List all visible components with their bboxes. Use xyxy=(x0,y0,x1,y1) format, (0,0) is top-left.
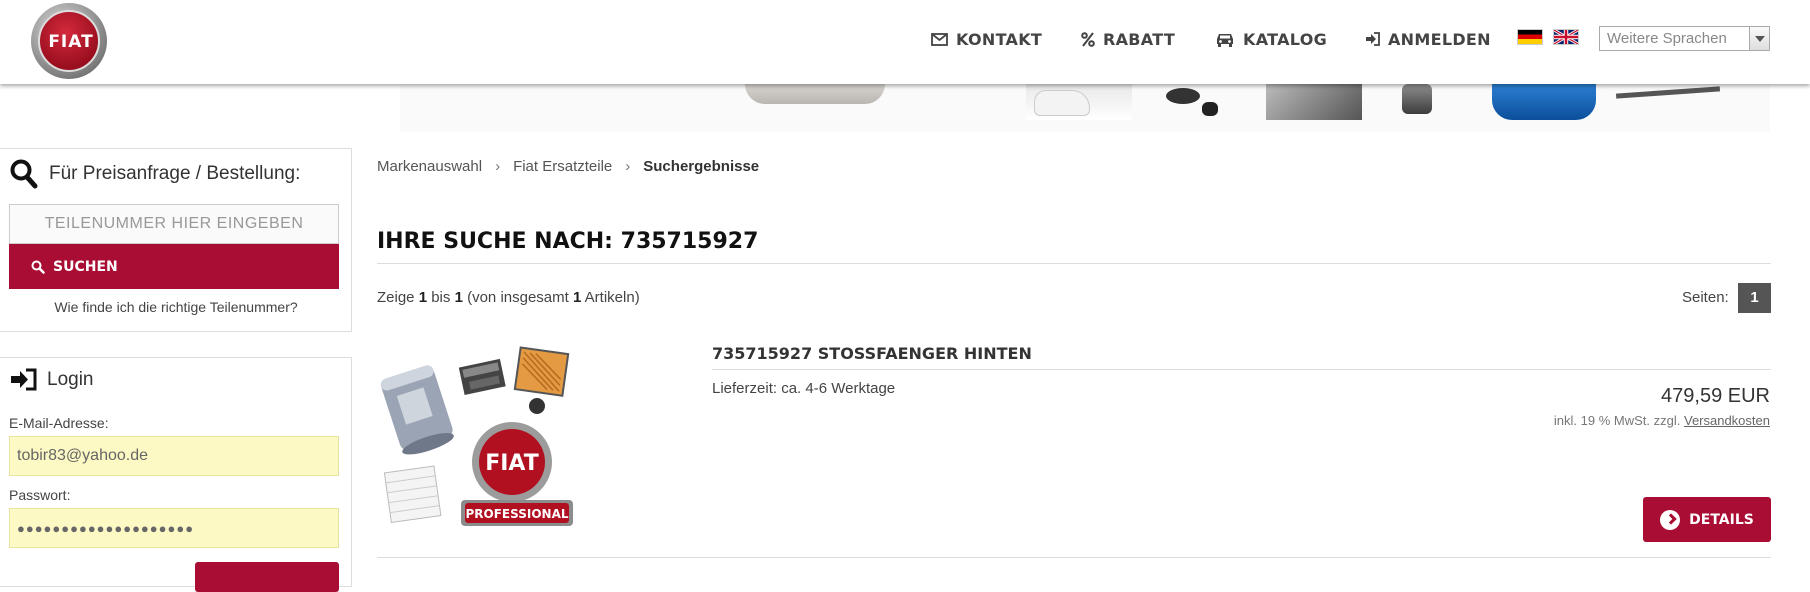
banner-thumb-5 xyxy=(1492,84,1596,120)
chevron-right-circle-icon xyxy=(1660,509,1681,530)
details-button[interactable]: DETAILS xyxy=(1643,497,1771,542)
sign-in-icon xyxy=(1366,32,1380,46)
result-prefix: Zeige xyxy=(377,289,415,306)
tax-note: inkl. 19 % MwSt. zzgl. Versandkosten xyxy=(1554,413,1770,428)
divider xyxy=(377,263,1771,264)
result-to: 1 xyxy=(454,289,463,306)
pages-label: Seiten: xyxy=(1682,289,1729,306)
product-price: 479,59 EUR xyxy=(1661,385,1770,407)
nav-katalog[interactable]: KATALOG xyxy=(1215,27,1327,51)
banner-thumb-1 xyxy=(1026,84,1132,120)
login-box: Login E-Mail-Adresse: tobir83@yahoo.de P… xyxy=(0,357,352,592)
details-button-label: DETAILS xyxy=(1689,511,1754,528)
login-button[interactable] xyxy=(195,562,339,592)
nav-anmelden[interactable]: ANMELDEN xyxy=(1365,27,1491,51)
shipping-link[interactable]: Versandkosten xyxy=(1684,413,1770,428)
part-search-title-label: Für Preisanfrage / Bestellung: xyxy=(49,163,301,184)
nav-anmelden-label: ANMELDEN xyxy=(1388,29,1491,49)
chevron-right-icon: › xyxy=(495,158,501,175)
password-label: Passwort: xyxy=(9,487,71,503)
result-from: 1 xyxy=(418,289,428,306)
chevron-down-icon xyxy=(1749,27,1769,50)
breadcrumb-item-current: Suchergebnisse xyxy=(643,158,760,175)
chevron-right-icon: › xyxy=(625,158,631,175)
result-total: 1 xyxy=(572,289,582,306)
divider xyxy=(712,369,1771,370)
breadcrumb: Markenauswahl › Fiat Ersatzteile › Suche… xyxy=(377,158,759,175)
breadcrumb-item-fiat[interactable]: Fiat Ersatzteile xyxy=(513,158,612,175)
sign-in-icon xyxy=(11,368,37,391)
search-button-label: SUCHEN xyxy=(53,258,118,275)
percent-icon xyxy=(1081,31,1095,47)
language-select[interactable]: Weitere Sprachen xyxy=(1599,26,1770,51)
pagination-page[interactable]: 1 xyxy=(1738,283,1771,313)
tax-text: inkl. 19 % MwSt. zzgl. xyxy=(1553,413,1681,428)
breadcrumb-item-brand[interactable]: Markenauswahl xyxy=(377,158,482,175)
result-suffix: (von insgesamt xyxy=(467,289,569,306)
car-icon xyxy=(1217,33,1233,47)
result-suffix-2: Artikeln) xyxy=(584,289,640,306)
flag-uk-icon[interactable] xyxy=(1553,29,1579,45)
search-icon xyxy=(10,159,38,189)
banner-thumb-2 xyxy=(1156,84,1242,120)
login-title: Login xyxy=(10,368,94,391)
password-field[interactable]: ●●●●●●●●●●●●●●●●●●●● xyxy=(9,508,339,548)
logo-text: FIAT xyxy=(48,32,94,52)
nav-rabatt[interactable]: RABATT xyxy=(1081,27,1175,51)
product-image-badge-text: FIAT xyxy=(485,451,539,476)
nav-kontakt[interactable]: KONTAKT xyxy=(931,27,1042,51)
fiat-logo[interactable]: FIAT xyxy=(31,3,107,79)
email-field[interactable]: tobir83@yahoo.de xyxy=(9,436,339,476)
divider xyxy=(377,557,1771,558)
banner-car-image xyxy=(745,84,885,104)
email-label: E-Mail-Adresse: xyxy=(9,415,109,431)
product-image[interactable]: FIAT PROFESSIONAL xyxy=(377,340,577,540)
part-search-box: Für Preisanfrage / Bestellung: TEILENUMM… xyxy=(0,148,352,332)
banner-thumb-4 xyxy=(1386,84,1450,116)
login-title-label: Login xyxy=(47,368,94,390)
search-button[interactable]: SUCHEN xyxy=(9,244,339,289)
nav-katalog-label: KATALOG xyxy=(1243,29,1328,49)
product-title[interactable]: 735715927 STOSSFAENGER HINTEN xyxy=(712,344,1032,363)
language-select-value: Weitere Sprachen xyxy=(1607,30,1727,47)
banner-thumb-6 xyxy=(1615,84,1721,100)
flag-de-icon[interactable] xyxy=(1517,29,1543,45)
nav-kontakt-label: KONTAKT xyxy=(956,29,1043,49)
result-count: Zeige 1 bis 1 (von insgesamt 1 Artikeln) xyxy=(377,289,640,306)
result-mid: bis xyxy=(431,289,451,306)
part-number-help-link[interactable]: Wie finde ich die richtige Teilenummer? xyxy=(0,299,352,315)
part-number-input[interactable]: TEILENUMMER HIER EINGEBEN xyxy=(9,204,339,244)
envelope-icon xyxy=(931,32,948,46)
banner-strip xyxy=(400,84,1770,132)
nav-rabatt-label: RABATT xyxy=(1103,29,1176,49)
search-icon xyxy=(31,260,45,274)
banner-thumb-3 xyxy=(1266,84,1362,120)
product-image-banner-text: PROFESSIONAL xyxy=(465,507,568,521)
header: FIAT KONTAKT RABATT KATALOG ANMELDEN Wei… xyxy=(0,0,1810,84)
delivery-time: Lieferzeit: ca. 4-6 Werktage xyxy=(712,380,896,397)
part-search-title: Für Preisanfrage / Bestellung: xyxy=(10,159,300,189)
page-title: IHRE SUCHE NACH: 735715927 xyxy=(377,229,759,254)
